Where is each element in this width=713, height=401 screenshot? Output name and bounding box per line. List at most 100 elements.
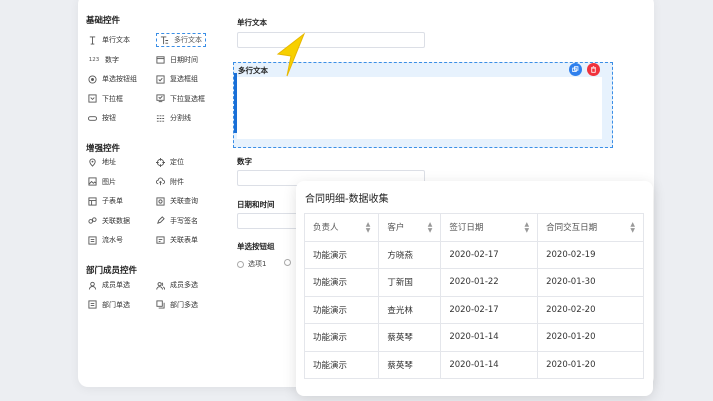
contract-table: 负责人 ▲ ▼ 客户 ▲ ▼ 签订日期 ▲ ▼ 合同交互日期 ▲ ▼ 功能演示 方晓燕 2020-02-1…: [303, 213, 644, 379]
button-icon: [88, 114, 97, 123]
image-icon: [88, 177, 97, 186]
table-row[interactable]: 功能演示 蔡英琴 2020-01-14 2020-01-20: [303, 323, 644, 352]
multi-line-field-textarea[interactable]: [237, 77, 602, 139]
palette-item-label: 部门多选: [170, 300, 198, 309]
palette-item-label: 关联查询: [170, 197, 198, 205]
palette-item-serial-number[interactable]: 流水号: [88, 233, 123, 247]
palette-item-checkbox[interactable]: 复选框组: [156, 72, 198, 86]
trash-icon: [591, 66, 596, 73]
palette-item-cloud-upload[interactable]: 附件: [156, 175, 184, 189]
column-header-label: 签订日期: [449, 222, 484, 233]
table-cell: 2020-01-22: [440, 268, 539, 297]
table-cell: 2020-01-14: [440, 350, 539, 379]
palette-item-link-form[interactable]: 关联表单: [156, 233, 198, 247]
palette-item-label: 下拉框: [102, 94, 123, 103]
table-row[interactable]: 功能演示 蔡英琴 2020-01-14 2020-01-20: [303, 350, 644, 379]
drag-cursor-icon: [276, 32, 306, 77]
palette-item-label: 手写签名: [170, 216, 198, 225]
palette-item-label: 流水号: [102, 236, 123, 244]
table-cell: 2020-02-20: [537, 295, 644, 324]
palette-item-label: 子表单: [102, 197, 123, 205]
palette-item-dropdown-checkbox[interactable]: 下拉复选框: [156, 92, 205, 106]
multi-line-field-label: 多行文本: [238, 66, 268, 75]
palette-item-department[interactable]: 部门单选: [88, 298, 130, 312]
link-query-icon: [156, 196, 165, 206]
palette-item-dropdown[interactable]: 下拉框: [88, 92, 123, 106]
table-cell: 2020-01-30: [537, 268, 644, 297]
palette-item-users[interactable]: 成员多选: [156, 278, 198, 292]
palette-item-subform[interactable]: 子表单: [88, 194, 123, 208]
sort-icon[interactable]: ▲ ▼: [428, 221, 433, 234]
radio-circle-icon: [237, 260, 244, 268]
table-row[interactable]: 功能演示 查光林 2020-02-17 2020-02-20: [303, 295, 644, 324]
table-cell: 2020-02-19: [537, 240, 644, 269]
table-cell: 功能演示: [303, 350, 380, 379]
crosshair-icon: [156, 157, 165, 167]
radio-option[interactable]: 选项1: [237, 259, 266, 269]
column-header-label: 客户: [387, 222, 405, 233]
delete-field-button[interactable]: [587, 63, 600, 76]
palette-item-label: 成员多选: [170, 281, 198, 289]
users-icon: [156, 281, 165, 290]
radio-group-field-label: 单选按钮组: [237, 242, 275, 251]
palette-item-label: 单行文本: [102, 36, 130, 44]
radio-option[interactable]: [284, 259, 291, 266]
palette-item-divider[interactable]: 分割线: [156, 111, 191, 125]
column-header[interactable]: 签订日期 ▲ ▼: [440, 213, 539, 242]
table-cell: 功能演示: [303, 323, 380, 352]
table-cell: 功能演示: [303, 268, 380, 297]
column-header-label: 负责人: [313, 222, 339, 233]
column-header[interactable]: 负责人 ▲ ▼: [303, 213, 380, 242]
radio-icon: [88, 74, 97, 84]
palette-item-label: 多行文本: [174, 36, 202, 44]
table-cell: 功能演示: [303, 240, 380, 269]
table-cell: 方晓燕: [378, 240, 442, 269]
radio-circle-icon: [284, 259, 291, 266]
control-palette: 基础控件 单行文本 多行文本 123 数字 日期时间 单选按钮组 复选框组 下拉框 下拉复选框按…: [78, 0, 228, 387]
palette-item-label: 关联数据: [102, 216, 130, 225]
palette-item-departments[interactable]: 部门多选: [156, 298, 198, 312]
location-pin-icon: [88, 158, 97, 167]
palette-item-label: 图片: [102, 177, 116, 186]
number-icon: 123: [88, 56, 100, 63]
copy-field-button[interactable]: [569, 63, 582, 76]
sort-icon[interactable]: ▲ ▼: [524, 221, 529, 234]
palette-item-multiline-text[interactable]: 多行文本: [156, 33, 206, 47]
palette-item-label: 成员单选: [102, 281, 130, 289]
column-header[interactable]: 合同交互日期 ▲ ▼: [537, 213, 644, 242]
single-line-field-label: 单行文本: [237, 18, 267, 27]
palette-item-image[interactable]: 图片: [88, 175, 116, 189]
link-data-icon: [88, 216, 97, 225]
table-row[interactable]: 功能演示 丁新国 2020-01-22 2020-01-30: [303, 268, 644, 297]
palette-item-radio[interactable]: 单选按钮组: [88, 72, 137, 86]
sort-icon[interactable]: ▲ ▼: [366, 221, 371, 234]
palette-item-pen[interactable]: 手写签名: [156, 214, 198, 228]
table-row[interactable]: 功能演示 方晓燕 2020-02-17 2020-02-19: [303, 240, 644, 269]
palette-item-number[interactable]: 123 数字: [88, 53, 119, 67]
radio-option-label: 选项1: [248, 260, 267, 268]
palette-item-crosshair[interactable]: 定位: [156, 155, 184, 169]
palette-item-label: 分割线: [170, 114, 191, 122]
link-form-icon: [156, 235, 165, 245]
table-cell: 丁新国: [378, 268, 442, 297]
palette-item-button[interactable]: 按钮: [88, 111, 116, 125]
palette-item-link-query[interactable]: 关联查询: [156, 194, 198, 208]
table-cell: 2020-02-17: [440, 240, 539, 269]
palette-item-location-pin[interactable]: 地址: [88, 155, 116, 169]
palette-item-link-data[interactable]: 关联数据: [88, 214, 130, 228]
single-line-field-input[interactable]: [237, 32, 425, 48]
serial-number-icon: [88, 235, 97, 245]
cloud-upload-icon: [156, 177, 165, 186]
palette-item-user[interactable]: 成员单选: [88, 278, 130, 292]
column-header[interactable]: 客户 ▲ ▼: [378, 213, 442, 242]
table-cell: 功能演示: [303, 295, 380, 324]
palette-item-calendar[interactable]: 日期时间: [156, 53, 198, 67]
multiline-text-icon: [160, 35, 169, 45]
palette-item-label: 关联表单: [170, 236, 198, 244]
department-controls-title: 部门成员控件: [86, 266, 138, 276]
sort-icon[interactable]: ▲ ▼: [630, 221, 635, 234]
table-cell: 查光林: [378, 295, 442, 324]
palette-item-text-cursor[interactable]: 单行文本: [88, 33, 130, 47]
table-cell: 蔡英琴: [378, 323, 442, 352]
dropdown-checkbox-icon: [156, 94, 165, 103]
